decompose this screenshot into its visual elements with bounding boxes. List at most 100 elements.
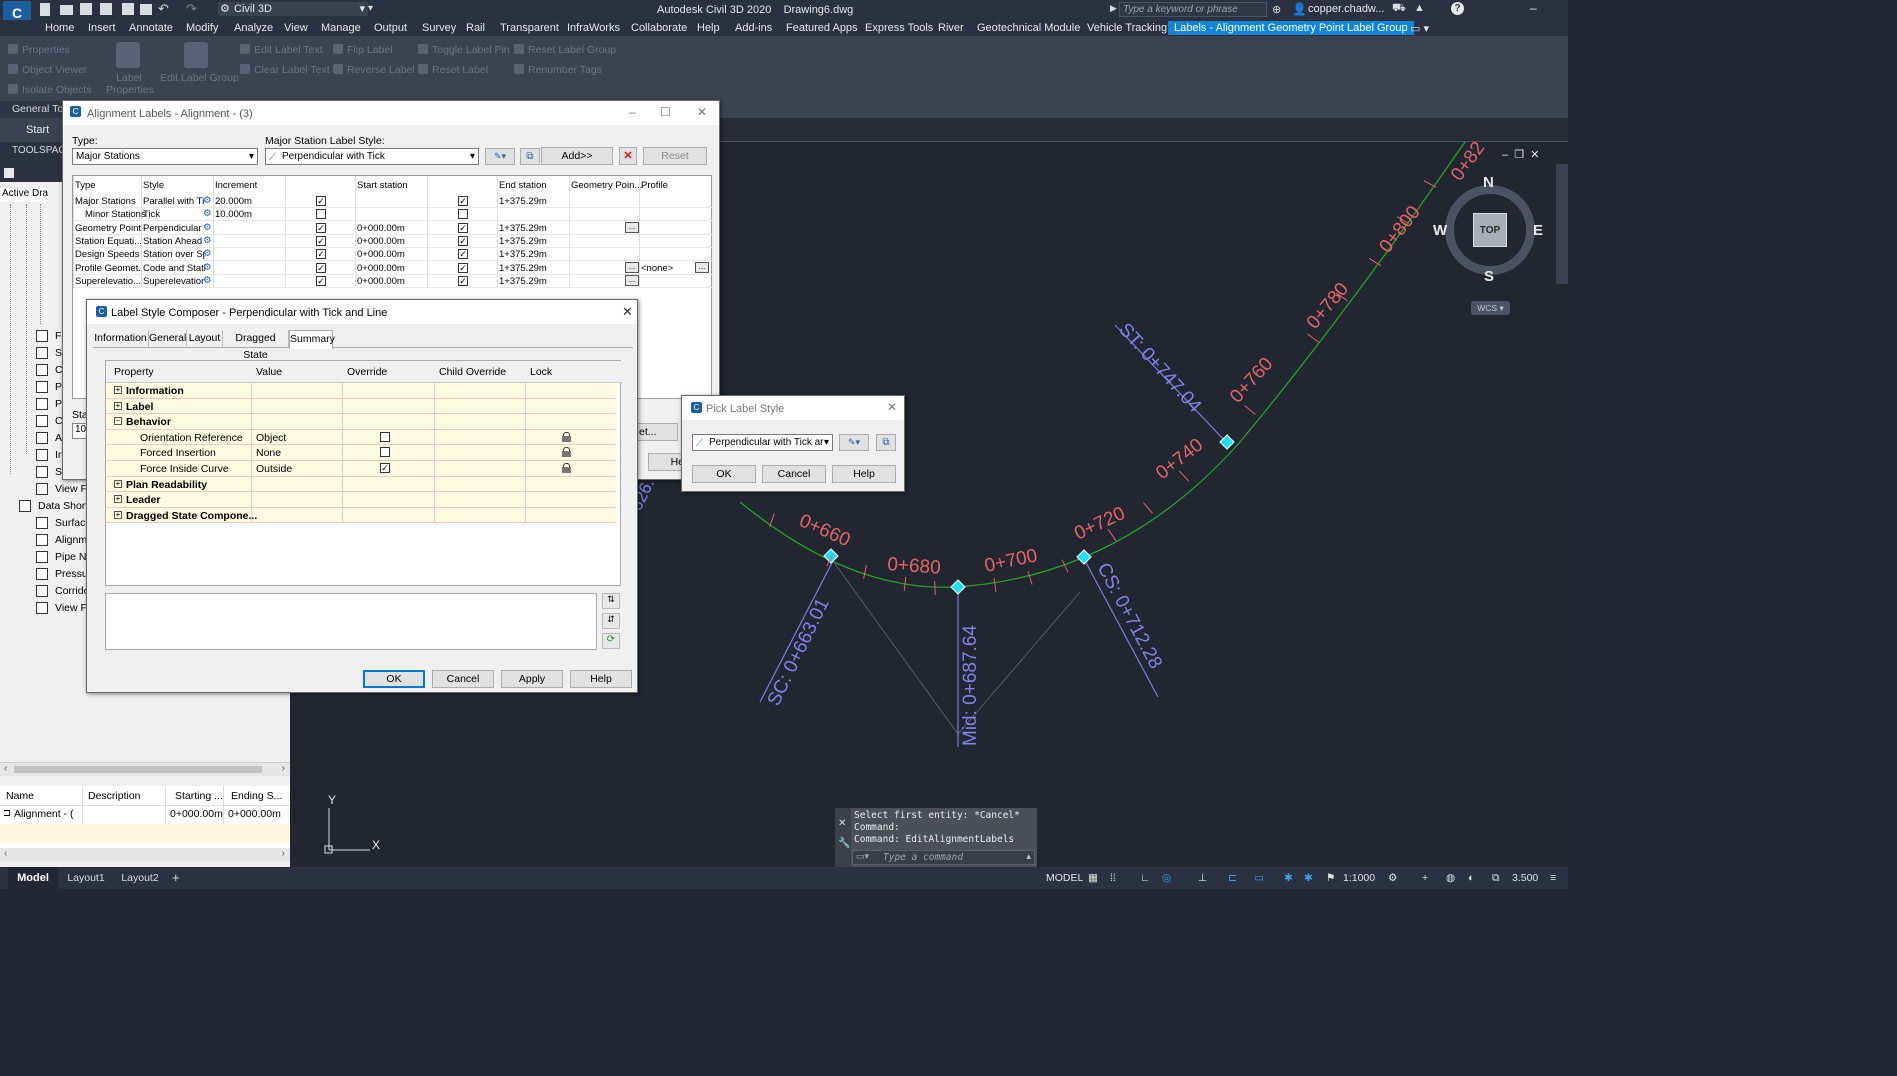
station-label-0680[interactable]: 0+680 (887, 554, 942, 579)
command-settings-icon[interactable]: 🔧 (838, 838, 850, 849)
menu-tab-manage[interactable]: Manage (321, 22, 361, 34)
lock-icon[interactable] (562, 463, 571, 473)
type-dropdown[interactable]: Major Stations (72, 148, 258, 165)
property-group-row[interactable]: + Label (106, 398, 616, 415)
delete-button[interactable]: ✕ (619, 147, 637, 165)
expand-icon[interactable]: + (114, 510, 122, 519)
search-arrow-icon[interactable]: ▶ (1110, 3, 1117, 14)
user-icon[interactable]: 👤 (1292, 2, 1307, 16)
station-label-0720[interactable]: 0+720 (1071, 503, 1128, 545)
h-scrollbar[interactable]: ‹ › (0, 762, 290, 776)
close-viewport-icon[interactable]: ✕ (1530, 149, 1539, 161)
layout-tab-layout1[interactable]: Layout1 (60, 867, 112, 889)
renumber-tags-button[interactable]: Renumber Tags (514, 64, 602, 76)
expand-icon[interactable]: + (114, 479, 122, 488)
property-group-row[interactable]: + Leader (106, 492, 616, 508)
checkbox-start[interactable]: ✓ (316, 249, 326, 260)
checkbox-end[interactable]: ✓ (458, 222, 468, 233)
menu-tab-infraworks[interactable]: InfraWorks (567, 22, 620, 34)
command-input[interactable]: ▭▾ Type a command ▴ (852, 850, 1035, 865)
workspace-dropdown[interactable]: ⚙ Civil 3D ▾ (218, 2, 368, 16)
property-group-row[interactable]: − Behavior (106, 414, 616, 430)
expand-icon[interactable]: + (114, 401, 122, 410)
layout-tab-model[interactable]: Model (8, 867, 58, 889)
checkbox-start[interactable]: ✓ (316, 196, 326, 206)
pick-cancel-button[interactable]: Cancel (762, 465, 826, 483)
save-icon[interactable] (80, 3, 92, 15)
pick-preview-button[interactable]: ⧉ (876, 434, 896, 451)
station-label-0800[interactable]: 0+800 (1375, 202, 1424, 257)
override-checkbox[interactable] (380, 447, 390, 458)
checkbox-start[interactable] (316, 209, 326, 220)
osnap-icon[interactable]: ⊏ (1228, 872, 1237, 884)
annotation-visibility-icon[interactable]: ✱ (1284, 872, 1293, 884)
col-header-6[interactable]: End station (499, 180, 547, 191)
checkbox-end[interactable] (458, 209, 468, 220)
station-label-0760[interactable]: 0+760 (1226, 354, 1277, 408)
collapse-icon[interactable]: − (114, 417, 122, 426)
menu-tab-modify[interactable]: Modify (186, 22, 218, 34)
st-label[interactable]: ST: 0+747.04 (1114, 319, 1205, 417)
tree-item-alignm[interactable]: Alignm (55, 534, 87, 546)
reset-label-button[interactable]: Reset Label (418, 64, 488, 76)
lock-icon[interactable] (562, 447, 571, 458)
property-group-row[interactable]: + Information (106, 383, 616, 399)
style-edit-icon[interactable]: ⚙ (203, 248, 212, 259)
property-group-row[interactable]: + Dragged State Compone... (106, 507, 616, 524)
autodesk-icon[interactable]: ▲ (1414, 2, 1425, 14)
style-edit-icon[interactable]: ⚙ (203, 208, 212, 219)
user-name[interactable]: copper.chadw... (1308, 3, 1384, 15)
geometry-point-mid[interactable] (950, 579, 966, 595)
style-edit-icon[interactable]: ⚙ (203, 235, 212, 246)
qat-more-icon[interactable]: ▾ (368, 3, 373, 14)
viewcube-top-face[interactable]: TOP (1473, 213, 1507, 247)
maximize-dialog-icon[interactable]: ☐ (660, 105, 671, 119)
annotation-scale[interactable]: 1:1000 (1343, 872, 1375, 884)
station-label-0740[interactable]: 0+740 (1152, 435, 1207, 484)
isodraft-icon[interactable]: ⊥ (1198, 872, 1207, 884)
style-edit-icon[interactable]: ⚙ (203, 222, 212, 233)
profile-browse-button[interactable]: ... (695, 261, 709, 273)
table-row[interactable]: Geometry PointsPerpendicular with Tick⚙ 0… (73, 221, 713, 235)
tab-layout[interactable]: Layout (187, 330, 223, 348)
prospector-icon[interactable] (4, 168, 14, 178)
col-starting[interactable]: Starting ... (175, 790, 223, 802)
pick-ok-button[interactable]: OK (692, 465, 756, 483)
isolate-status-icon[interactable]: ◍ (1446, 872, 1455, 884)
checkbox-end[interactable]: ✓ (458, 275, 468, 286)
redo-icon[interactable]: ↷ (186, 1, 197, 17)
mid-label[interactable]: Mid: 0+687.64 (960, 625, 981, 746)
close-dialog-icon[interactable]: ✕ (697, 105, 707, 119)
composer-ok-button[interactable]: OK (363, 670, 425, 688)
preview-update-icon[interactable]: ⟳ (602, 633, 620, 649)
col-header-1[interactable]: Style (143, 180, 164, 191)
table-row[interactable]: Design SpeedsStation over Speed⚙ 0+000.00… (73, 248, 713, 262)
zoom-icon[interactable]: ⧉ (1492, 872, 1500, 885)
open-icon[interactable] (60, 5, 73, 15)
pick-edit-style-button[interactable]: ✎▾ (839, 434, 869, 451)
style-edit-icon[interactable]: ⚙ (203, 262, 212, 273)
compass-e[interactable]: E (1533, 222, 1543, 239)
menu-tab-rail[interactable]: Rail (466, 22, 485, 34)
table-row[interactable]: ⊐ Alignment - ( 0+000.00m 0+000.00m (0, 806, 290, 822)
menu-tab-geotechnical-module[interactable]: Geotechnical Module (977, 22, 1080, 34)
col-ending[interactable]: Ending S... (231, 790, 282, 802)
col-header-2[interactable]: Increment (215, 180, 257, 191)
preview-sort-desc-icon[interactable]: ⇵ (602, 613, 620, 629)
isolate-objects-button[interactable]: Isolate Objects (8, 84, 91, 96)
undo-icon[interactable]: ↶ (158, 1, 169, 17)
flip-label-button[interactable]: Flip Label (333, 44, 393, 56)
new-icon[interactable] (40, 3, 50, 16)
composer-apply-button[interactable]: Apply (501, 670, 563, 688)
lineweight-icon[interactable]: ▭ (1254, 872, 1264, 884)
station-label-0660[interactable]: 0+660 (796, 510, 853, 551)
reset-button[interactable]: Reset (643, 147, 707, 165)
polar-icon[interactable]: ◎ (1162, 872, 1171, 884)
edit-label-text-button[interactable]: Edit Label Text (240, 44, 323, 56)
close-composer-icon[interactable]: ✕ (622, 304, 633, 320)
add-button[interactable]: Add>> (541, 147, 613, 165)
property-value[interactable]: Outside (256, 463, 292, 475)
col-header-7[interactable]: Geometry Poin... (571, 180, 642, 191)
checkbox-start[interactable]: ✓ (316, 262, 326, 273)
alignment-labels-titlebar[interactable]: C Alignment Labels - Alignment - (3) – ☐… (63, 101, 719, 125)
